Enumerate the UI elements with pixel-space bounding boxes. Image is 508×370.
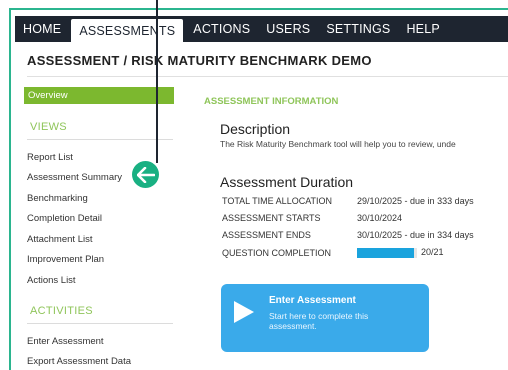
assessment-info-header: ASSESSMENT INFORMATION [204, 96, 339, 107]
completion-count: 20/21 [421, 247, 444, 257]
sidebar-item-attachment-list[interactable]: Attachment List [27, 234, 92, 245]
total-time-label: TOTAL TIME ALLOCATION [222, 196, 333, 206]
description-heading: Description [220, 121, 291, 137]
title-divider [27, 76, 508, 77]
assessment-ends-label: ASSESSMENT ENDS [222, 230, 311, 240]
assessment-starts-label: ASSESSMENT STARTS [222, 213, 321, 223]
pointer-line [156, 0, 158, 163]
sidebar-item-assessment-summary[interactable]: Assessment Summary [27, 172, 122, 183]
enter-assessment-subtitle: Start here to complete this assessment. [269, 311, 369, 331]
sidebar-item-improvement-plan[interactable]: Improvement Plan [27, 254, 104, 265]
nav-actions[interactable]: ACTIONS [185, 16, 258, 42]
page-title: ASSESSMENT / RISK MATURITY BENCHMARK DEM… [27, 53, 372, 68]
assessment-ends-value: 30/10/2025 - due in 334 days [357, 230, 474, 240]
sidebar-item-benchmarking[interactable]: Benchmarking [27, 193, 88, 204]
arrow-left-icon [132, 161, 159, 188]
description-text: The Risk Maturity Benchmark tool will he… [220, 139, 456, 149]
views-divider [27, 139, 173, 140]
nav-home[interactable]: HOME [15, 16, 69, 42]
total-time-value: 29/10/2025 - due in 333 days [357, 196, 474, 206]
top-nav: HOME ASSESSMENTS ACTIONS USERS SETTINGS … [15, 16, 508, 42]
sidebar-item-completion-detail[interactable]: Completion Detail [27, 213, 102, 224]
sidebar-item-export-assessment-data[interactable]: Export Assessment Data [27, 356, 131, 367]
activities-divider [27, 323, 173, 324]
enter-assessment-title: Enter Assessment [269, 295, 356, 306]
nav-settings[interactable]: SETTINGS [318, 16, 398, 42]
completion-progress-fill [357, 248, 415, 258]
activities-header: ACTIVITIES [30, 305, 93, 317]
sidebar-item-overview[interactable]: Overview [24, 87, 174, 104]
sidebar-item-report-list[interactable]: Report List [27, 152, 73, 163]
nav-assessments[interactable]: ASSESSMENTS [71, 19, 184, 42]
views-header: VIEWS [30, 121, 67, 133]
duration-heading: Assessment Duration [220, 174, 354, 190]
sidebar-item-enter-assessment[interactable]: Enter Assessment [27, 336, 104, 347]
play-icon [234, 301, 254, 323]
nav-help[interactable]: HELP [398, 16, 447, 42]
question-completion-label: QUESTION COMPLETION [222, 248, 332, 258]
nav-users[interactable]: USERS [258, 16, 318, 42]
sidebar-item-actions-list[interactable]: Actions List [27, 275, 76, 286]
assessment-starts-value: 30/10/2024 [357, 213, 403, 223]
enter-assessment-button[interactable]: Enter Assessment Start here to complete … [221, 284, 429, 352]
completion-progress-bar [357, 248, 417, 258]
